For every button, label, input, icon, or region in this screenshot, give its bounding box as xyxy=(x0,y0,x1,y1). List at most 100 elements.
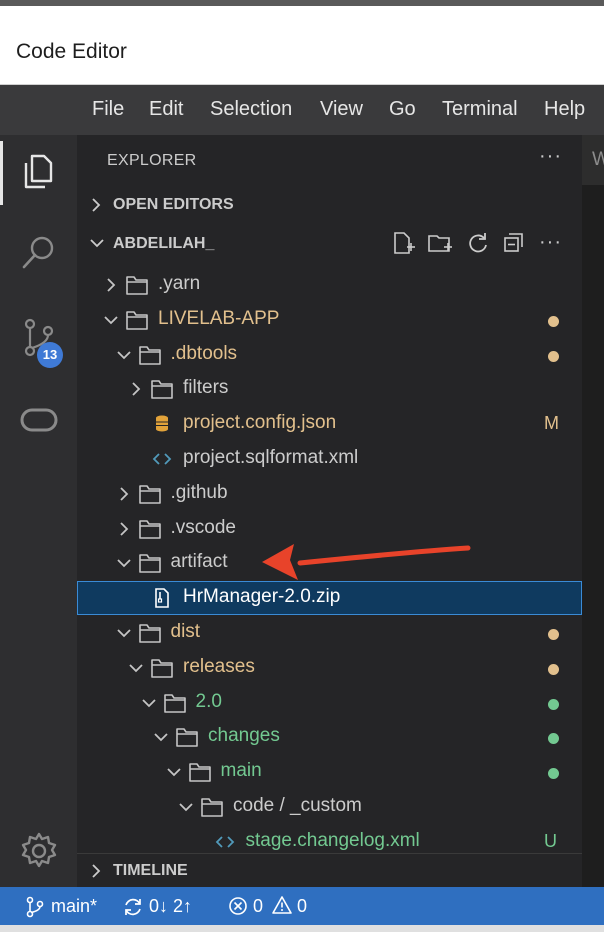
folder-open-icon xyxy=(201,798,223,817)
tree-item-label: 2.0 xyxy=(195,690,222,712)
tree-item-label: filters xyxy=(183,377,229,399)
remote-icon[interactable] xyxy=(17,398,61,442)
tree-folder-dist[interactable]: dist xyxy=(77,616,582,650)
tree-item-label: .vscode xyxy=(170,516,236,538)
chevron-down-icon[interactable] xyxy=(178,799,194,815)
chevron-down-icon[interactable] xyxy=(116,555,132,571)
folder-open-icon xyxy=(163,693,186,713)
menu-edit[interactable]: Edit xyxy=(149,98,183,121)
warning-icon xyxy=(272,896,292,914)
git-status-dot xyxy=(548,663,559,675)
tree-item-label: main xyxy=(220,760,262,782)
open-editors-section[interactable]: OPEN EDITORS xyxy=(77,188,582,222)
tree-file-hrmanager-2-0-zip[interactable]: HrManager-2.0.zip xyxy=(77,581,582,616)
tree-item-label: project.sqlformat.xml xyxy=(183,447,359,468)
tree-folder-vscode[interactable]: .vscode xyxy=(77,512,582,546)
chevron-right-icon[interactable] xyxy=(128,381,144,397)
chevron-right-icon[interactable] xyxy=(103,277,119,293)
menu-bar: File Edit Selection View Go Terminal Help xyxy=(0,85,604,135)
sync-icon xyxy=(125,898,141,916)
folder-open-icon xyxy=(138,345,161,365)
tree-item-label: code / _custom xyxy=(233,795,362,816)
code-file-icon xyxy=(152,453,172,465)
timeline-section[interactable]: TIMELINE xyxy=(77,853,582,888)
tree-file-project-sqlformat-xml[interactable]: project.sqlformat.xml xyxy=(77,442,582,476)
chevron-right-icon[interactable] xyxy=(116,486,132,502)
chevron-right-icon xyxy=(92,198,101,212)
sync-status-button[interactable]: 0↓ 2↑ xyxy=(149,896,192,917)
code-file-icon xyxy=(215,836,234,848)
tree-folder-main[interactable]: main xyxy=(77,755,582,789)
workspace-more-actions-button[interactable]: ··· xyxy=(539,231,562,254)
chevron-down-icon[interactable] xyxy=(116,347,132,363)
folder-icon xyxy=(138,484,161,504)
status-bar: main* 0↓ 2↑ 0 0 xyxy=(0,887,604,925)
tree-folder-dbtools[interactable]: .dbtools xyxy=(77,338,582,372)
tree-folder-yarn[interactable]: .yarn xyxy=(77,268,582,302)
chevron-down-icon[interactable] xyxy=(141,695,157,711)
folder-open-icon xyxy=(188,763,211,782)
tree-folder-changes[interactable]: changes xyxy=(77,720,582,754)
tree-file-project-config-json[interactable]: project.config.json M xyxy=(77,407,582,441)
error-icon xyxy=(229,897,247,915)
new-folder-icon[interactable] xyxy=(427,230,453,256)
tree-item-label: .yarn xyxy=(158,273,201,294)
activity-bar: 13 xyxy=(0,135,77,887)
editor-area xyxy=(582,135,604,887)
tree-item-label: .dbtools xyxy=(170,342,238,364)
git-status-dot xyxy=(548,315,559,327)
zip-file-icon xyxy=(155,588,169,608)
tree-folder-2-0[interactable]: 2.0 xyxy=(77,686,582,720)
database-icon xyxy=(156,415,168,432)
warning-count[interactable]: 0 xyxy=(297,896,307,917)
error-count[interactable]: 0 xyxy=(253,896,263,917)
search-icon[interactable] xyxy=(17,231,61,275)
collapse-all-icon[interactable] xyxy=(501,230,527,256)
tree-item-label: .github xyxy=(170,481,228,503)
title-bar: Code Editor xyxy=(0,6,604,85)
tree-item-label: LIVELAB-APP xyxy=(158,307,280,329)
git-status-letter: M xyxy=(544,413,559,434)
active-view-indicator xyxy=(0,141,3,205)
menu-help[interactable]: Help xyxy=(544,98,585,121)
new-file-icon[interactable] xyxy=(390,230,416,256)
tree-item-label: stage.changelog.xml xyxy=(245,829,420,851)
tree-item-label: releases xyxy=(183,655,255,677)
tree-item-label: HrManager-2.0.zip xyxy=(183,586,341,608)
menu-go[interactable]: Go xyxy=(389,98,416,121)
tree-folder-github[interactable]: .github xyxy=(77,477,582,511)
menu-file[interactable]: File xyxy=(92,98,124,121)
chevron-down-icon[interactable] xyxy=(128,660,144,676)
tree-item-label: artifact xyxy=(170,551,228,573)
tree-folder-livelab-app[interactable]: LIVELAB-APP xyxy=(77,303,582,337)
chevron-down-icon[interactable] xyxy=(103,312,119,328)
files-icon[interactable] xyxy=(17,149,61,193)
chevron-down-icon[interactable] xyxy=(153,729,169,745)
git-status-dot xyxy=(548,733,559,745)
menu-selection[interactable]: Selection xyxy=(210,98,292,121)
explorer-title: EXPLORER xyxy=(107,152,197,169)
branch-name-button[interactable]: main* xyxy=(51,896,97,917)
git-status-letter: U xyxy=(544,830,557,851)
tree-folder-releases[interactable]: releases xyxy=(77,651,582,685)
folder-open-icon xyxy=(151,658,173,678)
chevron-down-icon[interactable] xyxy=(116,625,132,641)
tree-item-label: dist xyxy=(170,621,201,642)
settings-gear-icon[interactable] xyxy=(17,829,61,873)
explorer-more-actions-button[interactable]: ··· xyxy=(539,145,562,168)
menu-view[interactable]: View xyxy=(320,98,363,121)
editor-tab[interactable]: W xyxy=(582,135,604,185)
refresh-icon[interactable] xyxy=(464,230,490,256)
folder-open-icon xyxy=(138,624,161,643)
menu-terminal[interactable]: Terminal xyxy=(442,98,518,121)
tree-item-label: project.config.json xyxy=(183,412,337,434)
tree-folder-filters[interactable]: filters xyxy=(77,372,582,406)
tree-folder-code-custom[interactable]: code / _custom xyxy=(77,790,582,824)
git-status-dot xyxy=(548,698,559,710)
source-control-badge: 13 xyxy=(37,342,63,368)
chevron-right-icon[interactable] xyxy=(116,521,132,537)
tree-item-label: changes xyxy=(208,725,280,747)
chevron-down-icon[interactable] xyxy=(166,764,182,780)
tree-folder-artifact[interactable]: artifact xyxy=(77,546,582,580)
folder-open-icon xyxy=(138,554,161,574)
